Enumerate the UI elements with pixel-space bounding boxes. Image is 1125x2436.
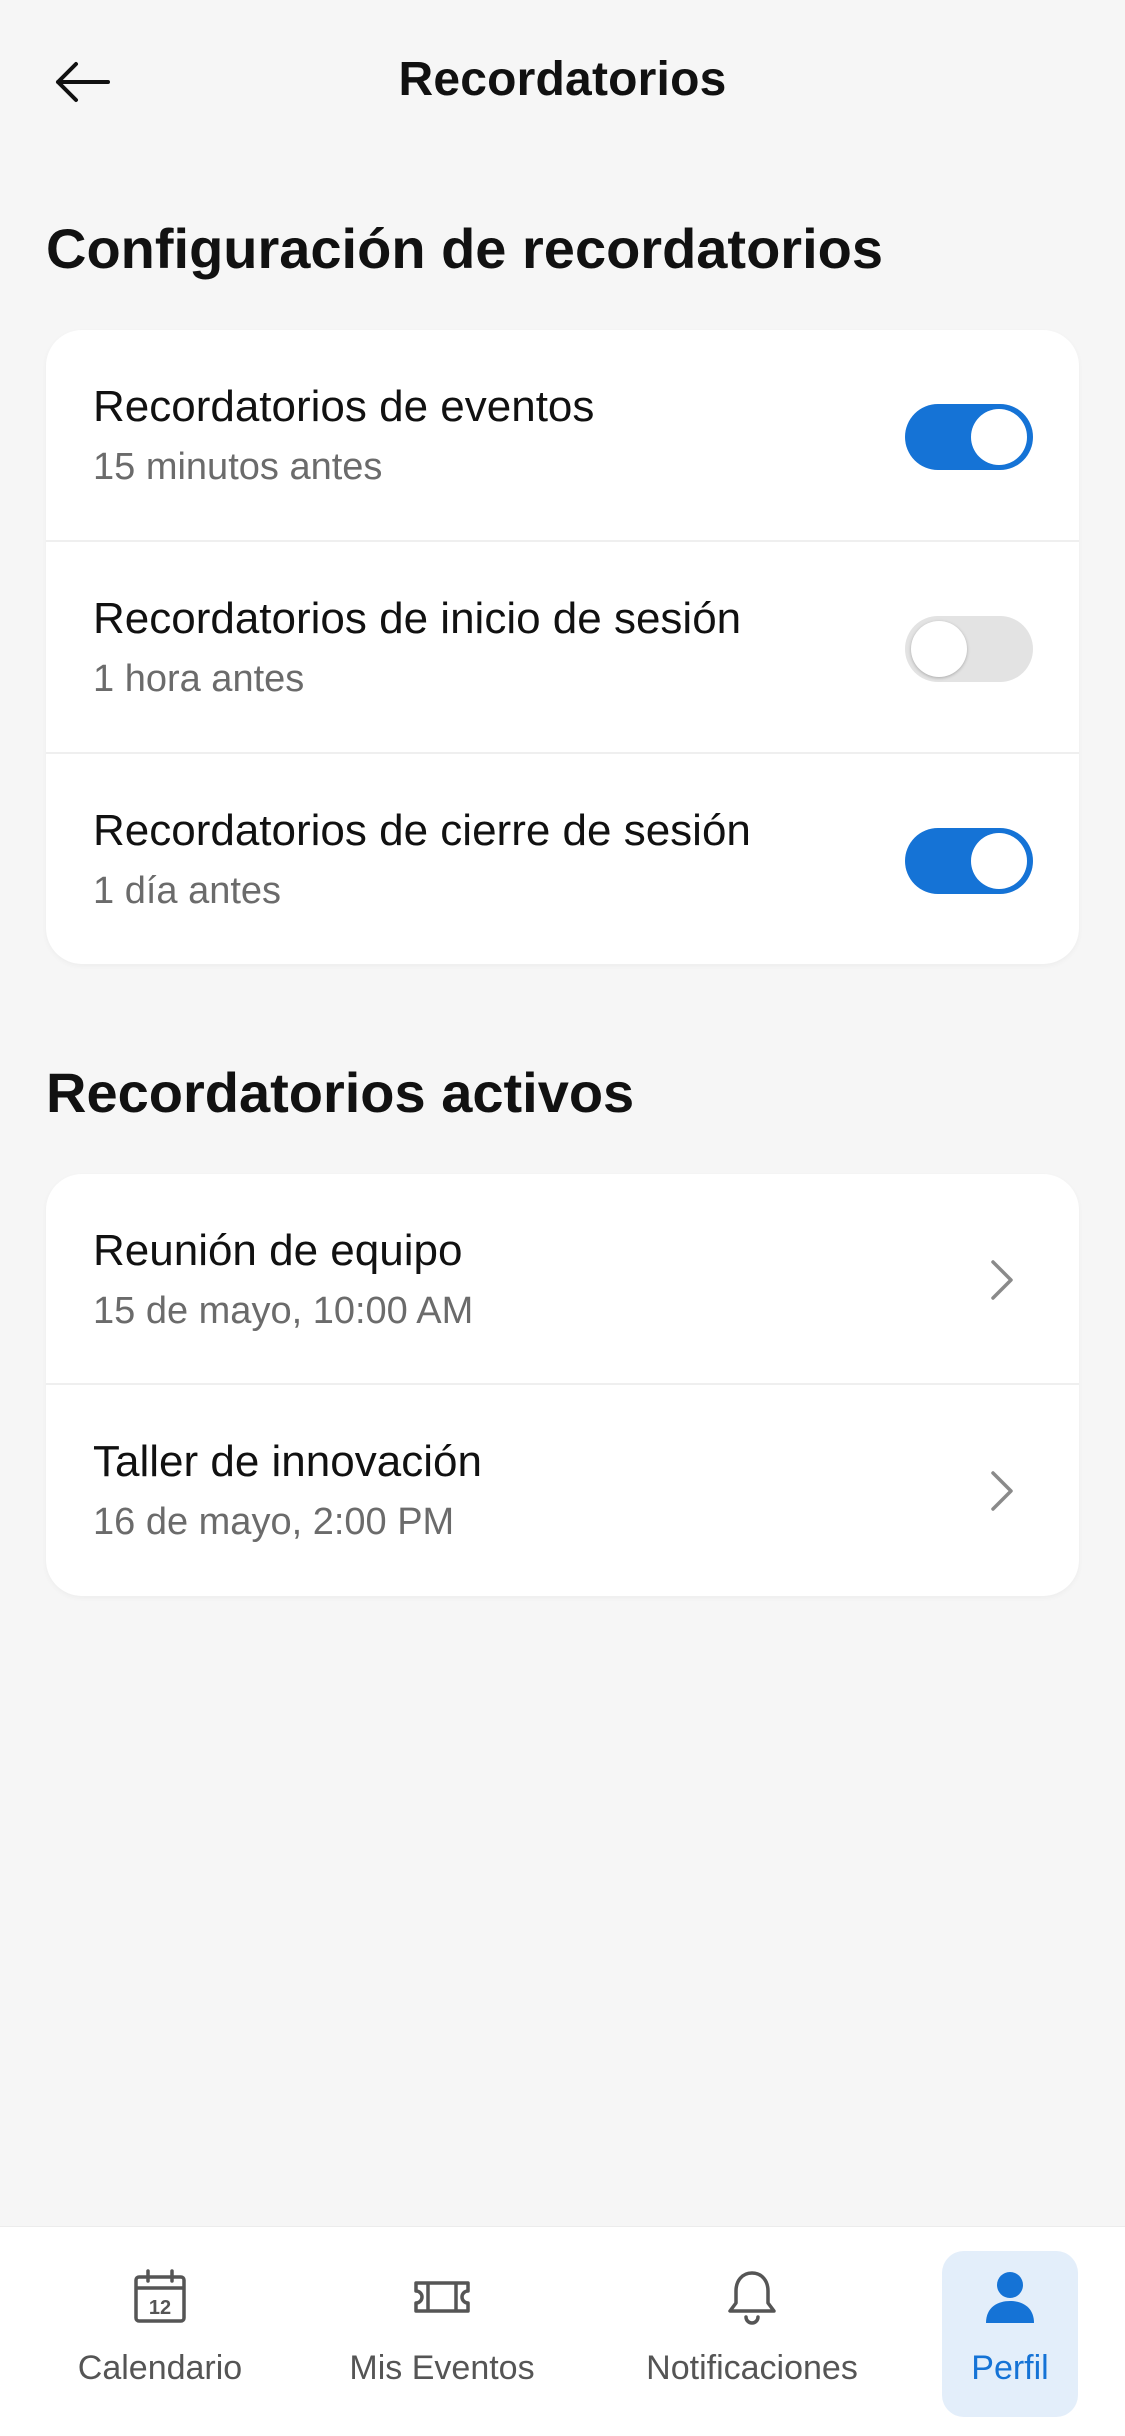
event-reminders-subtitle: 15 minutos antes xyxy=(93,446,383,488)
chevron-right-icon xyxy=(991,1471,1013,1511)
nav-tab-mis-eventos[interactable]: Mis Eventos xyxy=(330,2251,554,2417)
active-reminders-card: Reunión de equipo 15 de mayo, 10:00 AM T… xyxy=(46,1174,1079,1596)
nav-label: Mis Eventos xyxy=(349,2349,535,2387)
reminder-title: Taller de innovación xyxy=(93,1437,482,1486)
logout-reminders-subtitle: 1 día antes xyxy=(93,870,282,912)
page-title: Recordatorios xyxy=(398,53,727,106)
login-reminders-subtitle: 1 hora antes xyxy=(93,658,305,700)
ticket-icon xyxy=(414,2281,470,2313)
event-reminders-toggle[interactable] xyxy=(905,404,1033,470)
nav-label: Perfil xyxy=(971,2349,1049,2387)
nav-tab-calendario[interactable]: 12 Calendario xyxy=(58,2251,262,2417)
logout-reminders-toggle[interactable] xyxy=(905,828,1033,894)
calendar-day-number: 12 xyxy=(149,2297,171,2319)
toggle-knob xyxy=(971,409,1027,465)
calendar-icon: 12 xyxy=(134,2269,186,2323)
reminder-settings-card: Recordatorios de eventos 15 minutos ante… xyxy=(46,330,1079,964)
bottom-nav: 12 Calendario Mis Eventos Notificaciones xyxy=(0,2226,1125,2436)
toggle-knob xyxy=(911,621,967,677)
login-reminders-row: Recordatorios de inicio de sesión 1 hora… xyxy=(46,542,1079,754)
reminders-screen: Recordatorios Configuración de recordato… xyxy=(0,0,1125,2436)
reminder-datetime: 16 de mayo, 2:00 PM xyxy=(93,1501,455,1543)
logout-reminders-row: Recordatorios de cierre de sesión 1 día … xyxy=(46,754,1079,964)
event-reminders-title: Recordatorios de eventos xyxy=(93,382,595,431)
top-bar: Recordatorios xyxy=(0,0,1125,160)
bell-icon xyxy=(728,2271,776,2325)
person-icon xyxy=(986,2272,1034,2323)
toggle-knob xyxy=(971,833,1027,889)
reminder-title: Reunión de equipo xyxy=(93,1226,463,1275)
login-reminders-toggle[interactable] xyxy=(905,616,1033,682)
chevron-right-icon xyxy=(991,1260,1013,1300)
nav-tab-perfil[interactable]: Perfil xyxy=(942,2251,1078,2417)
settings-section-title: Configuración de recordatorios xyxy=(46,217,883,280)
reminder-datetime: 15 de mayo, 10:00 AM xyxy=(93,1290,474,1332)
active-section-title: Recordatorios activos xyxy=(46,1061,635,1124)
event-reminders-row: Recordatorios de eventos 15 minutos ante… xyxy=(46,330,1079,542)
nav-label: Notificaciones xyxy=(646,2349,858,2387)
logout-reminders-title: Recordatorios de cierre de sesión xyxy=(93,806,751,855)
active-reminder-item[interactable]: Taller de innovación 16 de mayo, 2:00 PM xyxy=(46,1385,1079,1596)
active-reminder-item[interactable]: Reunión de equipo 15 de mayo, 10:00 AM xyxy=(46,1174,1079,1385)
nav-label: Calendario xyxy=(77,2349,243,2387)
nav-tab-notificaciones[interactable]: Notificaciones xyxy=(624,2251,880,2417)
login-reminders-title: Recordatorios de inicio de sesión xyxy=(93,594,742,643)
